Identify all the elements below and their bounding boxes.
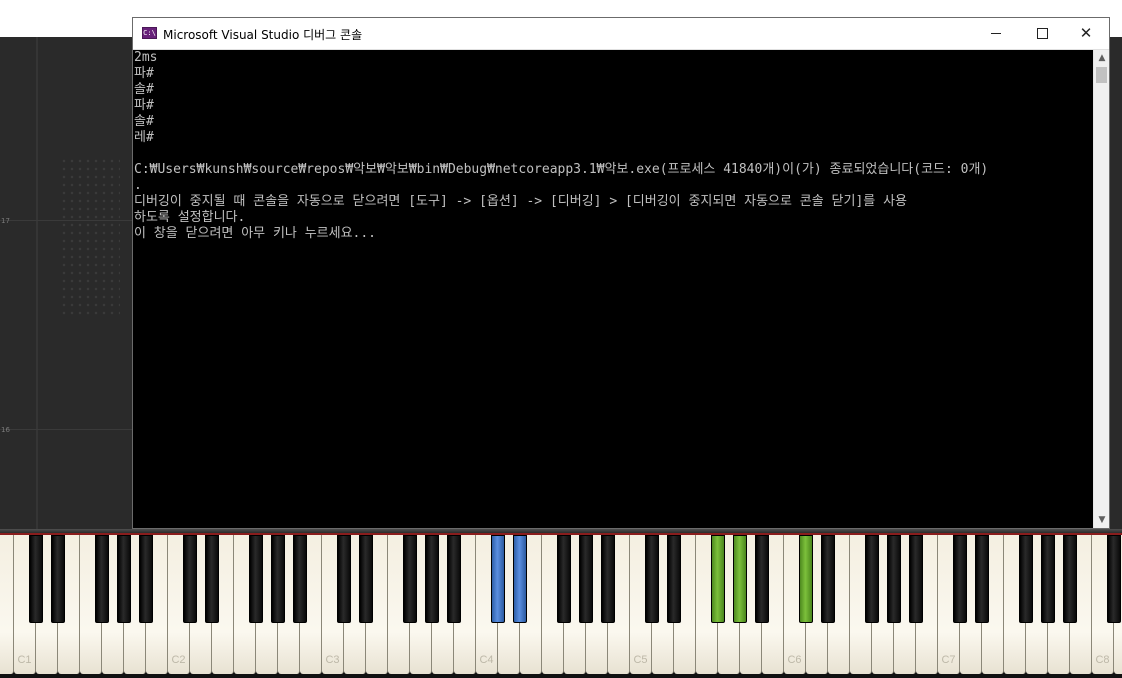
console-line: 파# (134, 66, 154, 81)
minimize-icon (991, 33, 1001, 34)
maximize-button[interactable] (1019, 18, 1065, 49)
black-key[interactable] (909, 535, 923, 623)
scroll-up-arrow-icon[interactable]: ▲ (1094, 50, 1110, 66)
black-key[interactable] (1019, 535, 1033, 623)
black-key[interactable] (953, 535, 967, 623)
black-key[interactable] (711, 535, 725, 623)
black-key[interactable] (755, 535, 769, 623)
console-line: 솔# (134, 114, 154, 129)
black-key[interactable] (1107, 535, 1121, 623)
vertical-scrollbar[interactable]: ▲ ▼ (1093, 50, 1109, 528)
console-line: 레# (134, 130, 154, 145)
black-key[interactable] (425, 535, 439, 623)
scroll-down-arrow-icon[interactable]: ▼ (1094, 512, 1110, 528)
black-key[interactable] (733, 535, 747, 623)
black-key[interactable] (821, 535, 835, 623)
console-line: 디버깅이 중지될 때 콘솔을 자동으로 닫으려면 [도구] -> [옵션] ->… (134, 194, 908, 209)
black-key[interactable] (865, 535, 879, 623)
black-key[interactable] (447, 535, 461, 623)
console-line: 솔# (134, 82, 154, 97)
title-bar[interactable]: C:\ Microsoft Visual Studio 디버그 콘솔 ✕ (133, 18, 1109, 50)
console-line: 이 창을 닫으려면 아무 키나 누르세요... (134, 226, 377, 241)
black-key[interactable] (117, 535, 131, 623)
black-key[interactable] (667, 535, 681, 623)
octave-label: C1 (17, 654, 32, 666)
measure-number: 17 (1, 217, 10, 225)
black-key[interactable] (293, 535, 307, 623)
black-key[interactable] (271, 535, 285, 623)
black-key[interactable] (1041, 535, 1055, 623)
black-key[interactable] (579, 535, 593, 623)
console-line: 하도록 설정합니다. (134, 210, 246, 225)
scroll-thumb[interactable] (1096, 67, 1107, 83)
console-line: 2ms (134, 50, 158, 65)
octave-label: C8 (1095, 654, 1110, 666)
black-key[interactable] (205, 535, 219, 623)
black-key[interactable] (29, 535, 43, 623)
black-key[interactable] (513, 535, 527, 623)
window-title: Microsoft Visual Studio 디버그 콘솔 (163, 28, 363, 42)
piano-keyboard[interactable]: C1 C2 C3 C4 C5 C6 C7 C8 (0, 529, 1122, 678)
black-key[interactable] (359, 535, 373, 623)
maximize-icon (1036, 28, 1048, 39)
black-key[interactable] (557, 535, 571, 623)
console-app-icon: C:\ (142, 27, 157, 39)
black-key[interactable] (491, 535, 505, 623)
white-key[interactable] (0, 535, 14, 674)
black-key[interactable] (975, 535, 989, 623)
black-key[interactable] (249, 535, 263, 623)
console-output[interactable]: 2ms 파# 솔# 파# 솔# 레# C:₩Users₩kunsh₩source… (133, 50, 1093, 528)
octave-label: C7 (941, 654, 956, 666)
console-line: . (134, 178, 142, 193)
black-key[interactable] (645, 535, 659, 623)
faded-notation (60, 157, 120, 317)
console-line: 파# (134, 98, 154, 113)
black-key[interactable] (1063, 535, 1077, 623)
black-key[interactable] (51, 535, 65, 623)
grid-line (0, 429, 135, 430)
close-icon: ✕ (1079, 24, 1093, 42)
black-key[interactable] (601, 535, 615, 623)
black-key[interactable] (337, 535, 351, 623)
octave-label: C3 (325, 654, 340, 666)
black-key[interactable] (403, 535, 417, 623)
octave-label: C6 (787, 654, 802, 666)
debug-console-window[interactable]: C:\ Microsoft Visual Studio 디버그 콘솔 ✕ 2ms… (132, 17, 1110, 529)
octave-label: C2 (171, 654, 186, 666)
close-button[interactable]: ✕ (1063, 18, 1109, 49)
black-key[interactable] (799, 535, 813, 623)
console-line: C:₩Users₩kunsh₩source₩repos₩악보₩악보₩bin₩De… (134, 162, 989, 177)
black-key[interactable] (95, 535, 109, 623)
minimize-button[interactable] (973, 18, 1019, 49)
black-key[interactable] (183, 535, 197, 623)
octave-label: C5 (633, 654, 648, 666)
black-key[interactable] (887, 535, 901, 623)
measure-number: 16 (1, 426, 10, 434)
black-key[interactable] (139, 535, 153, 623)
octave-label: C4 (479, 654, 494, 666)
